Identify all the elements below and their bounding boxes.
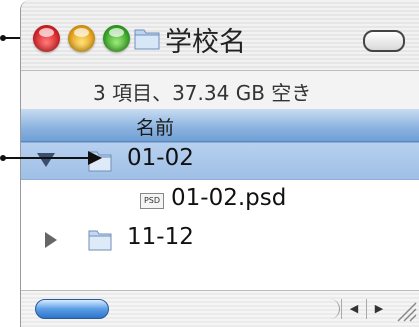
- row-label: 01-02.psd: [171, 185, 287, 211]
- psd-file-icon: PSD: [140, 193, 164, 209]
- list-item[interactable]: 01-02: [21, 142, 419, 180]
- scroll-right-button[interactable]: ▶: [366, 299, 391, 319]
- title-bar[interactable]: 学校名: [21, 0, 419, 70]
- scroll-left-button[interactable]: ◀: [341, 299, 366, 319]
- disclosure-triangle-down-icon[interactable]: [37, 153, 55, 167]
- status-text: 3 項目、37.34 GB 空き: [93, 81, 312, 105]
- scroll-track-end: [317, 299, 340, 319]
- toolbar-toggle-button[interactable]: [363, 30, 405, 52]
- file-list: 01-02 PSD 01-02.psd 11-12: [21, 142, 419, 290]
- list-item[interactable]: 11-12: [21, 222, 419, 258]
- disclosure-triangle-right-icon[interactable]: [45, 232, 57, 248]
- finder-window: 学校名 3 項目、37.34 GB 空き 名前 01-02 PSD 01-02.…: [20, 0, 419, 327]
- minimize-button[interactable]: [68, 25, 95, 52]
- status-bar: 3 項目、37.34 GB 空き: [21, 70, 419, 110]
- resize-grip-icon[interactable]: [392, 295, 418, 323]
- zoom-button[interactable]: [103, 25, 130, 52]
- callout-line-row: [2, 157, 90, 159]
- column-header-label: 名前: [136, 117, 175, 139]
- row-label: 11-12: [127, 224, 194, 250]
- screenshot: 学校名 3 項目、37.34 GB 空き 名前 01-02 PSD 01-02.…: [0, 0, 419, 327]
- list-item[interactable]: PSD 01-02.psd: [21, 182, 419, 218]
- window-title: 学校名: [165, 27, 246, 58]
- file-type-badge: PSD: [143, 196, 161, 205]
- row-label: 01-02: [127, 145, 194, 171]
- horizontal-scrollbar[interactable]: ◀ ▶: [21, 290, 419, 327]
- close-button[interactable]: [33, 25, 60, 52]
- callout-arrowhead-row: [88, 151, 102, 165]
- column-header-name[interactable]: 名前: [21, 109, 419, 142]
- folder-icon: [88, 230, 112, 251]
- folder-icon: [134, 29, 160, 50]
- scroll-thumb[interactable]: [35, 299, 109, 319]
